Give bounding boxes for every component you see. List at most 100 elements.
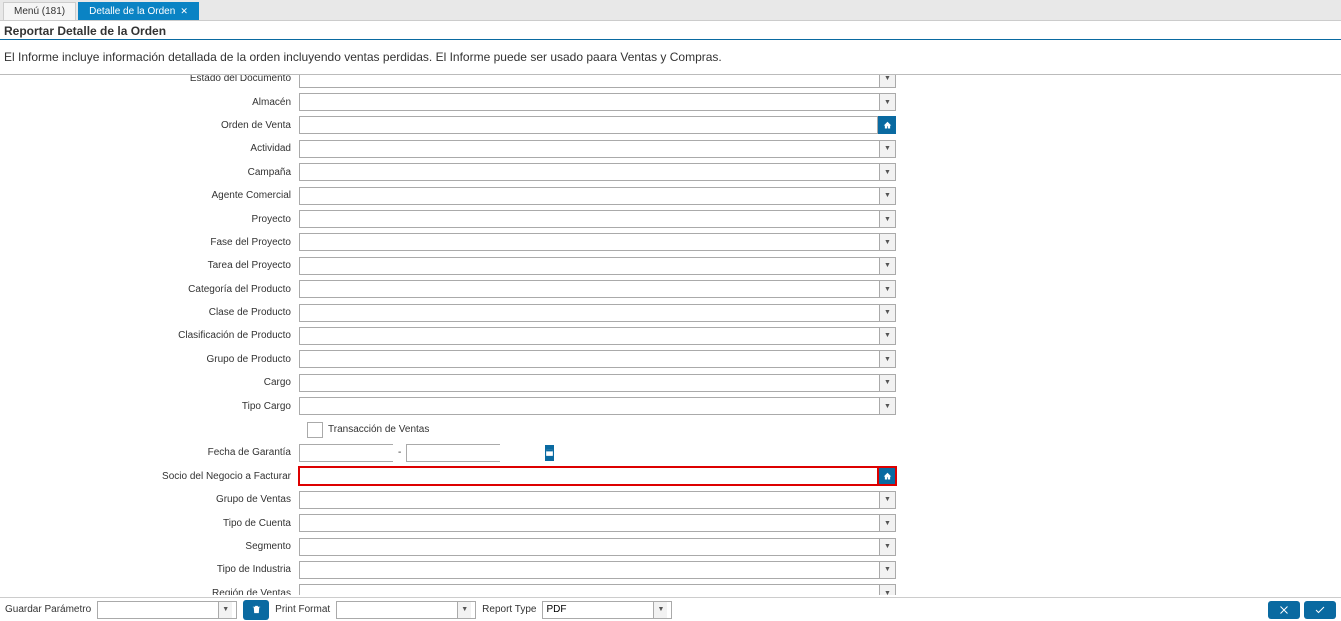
label-fecha-garantia: Fecha de Garantía xyxy=(0,447,299,458)
date-from-wrap xyxy=(299,444,393,462)
label-socio-facturar: Socio del Negocio a Facturar xyxy=(0,471,299,482)
input-print-format[interactable] xyxy=(337,602,457,618)
input-estado-documento[interactable] xyxy=(300,74,879,87)
input-clase-producto[interactable] xyxy=(300,305,879,321)
dropdown-icon[interactable]: ▼ xyxy=(879,375,895,391)
input-tipo-cuenta[interactable] xyxy=(300,515,879,531)
label-categoria-producto: Categoría del Producto xyxy=(0,284,299,295)
trash-icon xyxy=(251,604,262,615)
label-estado-documento: Estado del Documento xyxy=(0,74,299,84)
lookup-orden-venta xyxy=(299,116,896,134)
combo-estado-documento[interactable]: ▼ xyxy=(299,74,896,88)
input-grupo-ventas[interactable] xyxy=(300,492,879,508)
dropdown-icon[interactable]: ▼ xyxy=(457,602,471,618)
input-tarea-proyecto[interactable] xyxy=(300,258,879,274)
label-tipo-cargo: Tipo Cargo xyxy=(0,401,299,412)
combo-clasificacion-producto[interactable]: ▼ xyxy=(299,327,896,345)
confirm-button[interactable] xyxy=(1304,601,1336,619)
calendar-icon[interactable] xyxy=(545,445,554,461)
combo-almacen[interactable]: ▼ xyxy=(299,93,896,111)
input-segmento[interactable] xyxy=(300,539,879,555)
dropdown-icon[interactable]: ▼ xyxy=(879,211,895,227)
combo-categoria-producto[interactable]: ▼ xyxy=(299,280,896,298)
close-icon[interactable]: ✕ xyxy=(180,6,188,17)
combo-print-format[interactable]: ▼ xyxy=(336,601,476,619)
lookup-button[interactable] xyxy=(878,116,896,134)
input-grupo-producto[interactable] xyxy=(300,351,879,367)
dropdown-icon[interactable]: ▼ xyxy=(879,562,895,578)
combo-tipo-cargo[interactable]: ▼ xyxy=(299,397,896,415)
input-cargo[interactable] xyxy=(300,375,879,391)
dropdown-icon[interactable]: ▼ xyxy=(879,398,895,414)
combo-fase-proyecto[interactable]: ▼ xyxy=(299,233,896,251)
lookup-button[interactable] xyxy=(878,467,896,485)
input-tipo-industria[interactable] xyxy=(300,562,879,578)
input-clasificacion-producto[interactable] xyxy=(300,328,879,344)
dropdown-icon[interactable]: ▼ xyxy=(879,141,895,157)
input-categoria-producto[interactable] xyxy=(300,281,879,297)
label-campana: Campaña xyxy=(0,167,299,178)
form-area: Estado del Documento ▼ Almacén ▼ Orden d… xyxy=(0,74,1341,595)
dropdown-icon[interactable]: ▼ xyxy=(879,94,895,110)
lookup-socio-facturar xyxy=(299,467,896,485)
cancel-button[interactable] xyxy=(1268,601,1300,619)
close-icon xyxy=(1278,604,1290,616)
combo-clase-producto[interactable]: ▼ xyxy=(299,304,896,322)
dropdown-icon[interactable]: ▼ xyxy=(218,602,232,618)
input-actividad[interactable] xyxy=(300,141,879,157)
tab-detalle-orden[interactable]: Detalle de la Orden ✕ xyxy=(78,2,199,20)
input-agente-comercial[interactable] xyxy=(300,188,879,204)
combo-cargo[interactable]: ▼ xyxy=(299,374,896,392)
checkbox-transaccion-ventas[interactable] xyxy=(307,422,323,438)
combo-tipo-industria[interactable]: ▼ xyxy=(299,561,896,579)
combo-grupo-producto[interactable]: ▼ xyxy=(299,350,896,368)
dropdown-icon[interactable]: ▼ xyxy=(879,258,895,274)
input-fase-proyecto[interactable] xyxy=(300,234,879,250)
label-transaccion-ventas: Transacción de Ventas xyxy=(328,424,429,435)
dropdown-icon[interactable]: ▼ xyxy=(879,515,895,531)
combo-agente-comercial[interactable]: ▼ xyxy=(299,187,896,205)
combo-tipo-cuenta[interactable]: ▼ xyxy=(299,514,896,532)
combo-tarea-proyecto[interactable]: ▼ xyxy=(299,257,896,275)
dropdown-icon[interactable]: ▼ xyxy=(879,305,895,321)
tab-active-label: Detalle de la Orden xyxy=(89,6,175,17)
combo-segmento[interactable]: ▼ xyxy=(299,538,896,556)
label-clase-producto: Clase de Producto xyxy=(0,307,299,318)
input-region-ventas[interactable] xyxy=(300,585,879,595)
dropdown-icon[interactable]: ▼ xyxy=(879,585,895,595)
combo-grupo-ventas[interactable]: ▼ xyxy=(299,491,896,509)
input-guardar-parametro[interactable] xyxy=(98,602,218,618)
label-tarea-proyecto: Tarea del Proyecto xyxy=(0,260,299,271)
combo-actividad[interactable]: ▼ xyxy=(299,140,896,158)
combo-campana[interactable]: ▼ xyxy=(299,163,896,181)
dropdown-icon[interactable]: ▼ xyxy=(879,74,895,87)
input-fecha-garantia-to[interactable] xyxy=(407,445,545,461)
dropdown-icon[interactable]: ▼ xyxy=(653,602,667,618)
check-icon xyxy=(1314,604,1326,616)
combo-report-type[interactable]: ▼ xyxy=(542,601,672,619)
input-socio-facturar[interactable] xyxy=(299,467,878,485)
input-proyecto[interactable] xyxy=(300,211,879,227)
dropdown-icon[interactable]: ▼ xyxy=(879,492,895,508)
label-grupo-ventas: Grupo de Ventas xyxy=(0,494,299,505)
input-report-type[interactable] xyxy=(543,602,653,618)
dropdown-icon[interactable]: ▼ xyxy=(879,539,895,555)
input-campana[interactable] xyxy=(300,164,879,180)
label-actividad: Actividad xyxy=(0,143,299,154)
dropdown-icon[interactable]: ▼ xyxy=(879,281,895,297)
tab-menu[interactable]: Menú (181) xyxy=(3,2,76,20)
date-to-wrap xyxy=(406,444,500,462)
combo-guardar-parametro[interactable]: ▼ xyxy=(97,601,237,619)
combo-region-ventas[interactable]: ▼ xyxy=(299,584,896,595)
dropdown-icon[interactable]: ▼ xyxy=(879,234,895,250)
label-agente-comercial: Agente Comercial xyxy=(0,190,299,201)
input-orden-venta[interactable] xyxy=(299,116,878,134)
input-tipo-cargo[interactable] xyxy=(300,398,879,414)
dropdown-icon[interactable]: ▼ xyxy=(879,328,895,344)
input-almacen[interactable] xyxy=(300,94,879,110)
dropdown-icon[interactable]: ▼ xyxy=(879,351,895,367)
dropdown-icon[interactable]: ▼ xyxy=(879,188,895,204)
combo-proyecto[interactable]: ▼ xyxy=(299,210,896,228)
dropdown-icon[interactable]: ▼ xyxy=(879,164,895,180)
delete-button[interactable] xyxy=(243,600,269,620)
